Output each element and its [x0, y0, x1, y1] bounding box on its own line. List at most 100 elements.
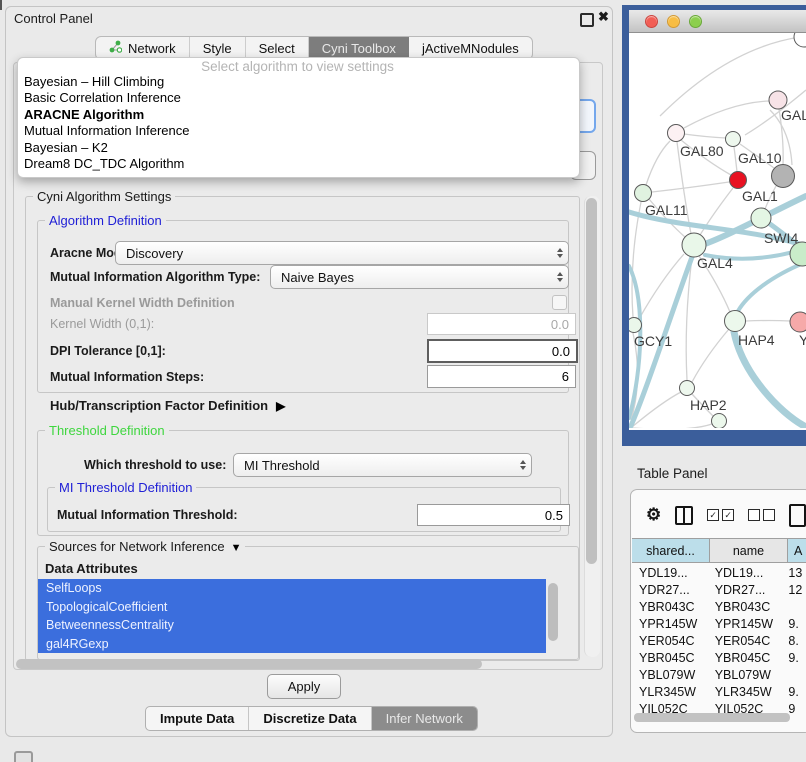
table-cell: 8. [783, 634, 806, 648]
attribute-list-item[interactable]: SelfLoops [38, 579, 546, 598]
network-node-label: GAL4 [697, 255, 733, 271]
table-cell: YBR043C [708, 600, 784, 614]
close-icon[interactable]: ✖ [598, 9, 609, 25]
minimize-traffic-icon[interactable] [667, 15, 680, 28]
threshold-definition-legend: Threshold Definition [45, 423, 169, 438]
table-row[interactable]: YBR045CYBR045C9. [632, 649, 806, 666]
table-panel-title: Table Panel [637, 466, 708, 481]
dpi-tolerance-field[interactable]: 0.0 [427, 339, 578, 363]
network-node[interactable] [726, 132, 741, 147]
zoom-traffic-icon[interactable] [689, 15, 702, 28]
tab-discretize-data-label: Discretize Data [263, 711, 356, 726]
algorithm-option[interactable]: ARACNE Algorithm [21, 107, 571, 123]
aracne-mode-combo[interactable]: Discovery [115, 241, 569, 265]
tab-impute-data-label: Impute Data [160, 711, 234, 726]
table-row[interactable]: YDR27...YDR27...12 [632, 581, 806, 598]
tab-select[interactable]: Select [246, 37, 309, 59]
manual-kernel-checkbox[interactable] [552, 295, 567, 310]
minimized-panel-icon[interactable] [14, 751, 33, 762]
network-edge [692, 329, 729, 382]
network-window-titlebar[interactable] [629, 10, 806, 33]
column-header-name[interactable]: name [710, 538, 788, 563]
table-cell: YBR045C [708, 651, 784, 665]
attributes-list-scrollbar[interactable] [548, 583, 558, 641]
network-node[interactable] [751, 208, 771, 228]
tab-infer-network[interactable]: Infer Network [372, 707, 477, 730]
settings-horizontal-scrollbar-thumb[interactable] [16, 659, 482, 669]
algorithm-option[interactable]: Dream8 DC_TDC Algorithm [21, 156, 571, 172]
mi-type-label: Mutual Information Algorithm Type: [50, 270, 260, 284]
kernel-width-field[interactable]: 0.0 [427, 313, 576, 335]
table-cell: YBL079W [708, 668, 784, 682]
algorithm-option[interactable]: Mutual Information Inference [21, 123, 571, 139]
float-window-icon[interactable] [580, 13, 594, 27]
network-icon [109, 40, 122, 56]
attribute-list-item[interactable]: BetweennessCentrality [38, 616, 546, 635]
mi-type-combo[interactable]: Naive Bayes [270, 265, 569, 289]
network-edge [646, 141, 670, 185]
network-node[interactable] [712, 414, 727, 429]
table-row[interactable]: YDL19...YDL19...13 [632, 564, 806, 581]
data-attributes-label: Data Attributes [45, 561, 138, 576]
settings-vertical-scrollbar-thumb[interactable] [586, 198, 597, 564]
network-edge [652, 182, 729, 192]
algorithm-dropdown-items: Bayesian – Hill ClimbingBasic Correlatio… [21, 74, 571, 172]
column-header-partial[interactable]: A [788, 538, 806, 563]
network-node[interactable] [680, 381, 695, 396]
select-all-checkboxes-icon[interactable]: ✓✓ [707, 509, 734, 521]
network-node-label: SWI4 [764, 230, 798, 246]
apply-button-label: Apply [288, 679, 321, 694]
algorithm-definition-legend: Algorithm Definition [45, 213, 166, 228]
network-node[interactable] [635, 185, 652, 202]
combo-spinner-icon [514, 454, 531, 476]
tab-cyni-toolbox[interactable]: Cyni Toolbox [309, 37, 409, 59]
tab-style[interactable]: Style [190, 37, 246, 59]
network-node[interactable] [772, 165, 795, 188]
network-node[interactable] [668, 125, 685, 142]
network-svg[interactable]: GALGAL80GAL10GAL1GAL11SWI4GAL4GCY1HAP4YH… [629, 33, 806, 428]
network-node[interactable] [730, 172, 747, 189]
attribute-list-item[interactable]: gal4RGexp [38, 635, 546, 654]
table-cell: YDR27... [632, 583, 708, 597]
tab-impute-data[interactable]: Impute Data [146, 707, 249, 730]
data-attributes-list[interactable]: SelfLoopsTopologicalCoefficientBetweenne… [38, 579, 565, 653]
deselect-all-checkboxes-icon[interactable] [748, 509, 775, 521]
tab-network[interactable]: Network [96, 37, 190, 59]
table-cell: YLR345W [708, 685, 784, 699]
which-threshold-combo[interactable]: MI Threshold [233, 453, 532, 477]
chevron-down-icon: ▼ [231, 542, 242, 554]
network-node[interactable] [725, 311, 746, 332]
tab-discretize-data[interactable]: Discretize Data [249, 707, 371, 730]
algorithm-option[interactable]: Bayesian – K2 [21, 140, 571, 156]
table-cell: YER054C [708, 634, 784, 648]
table-horizontal-scrollbar[interactable] [634, 713, 790, 722]
table-row[interactable]: YBR043CYBR043C [632, 598, 806, 615]
network-node[interactable] [790, 312, 806, 332]
table-row[interactable]: YBL079WYBL079W [632, 666, 806, 683]
tab-jactivemnodules[interactable]: jActiveMNodules [409, 37, 532, 59]
sources-legend[interactable]: Sources for Network Inference▼ [45, 539, 245, 554]
hub-factor-toggle[interactable]: Hub/Transcription Factor Definition▶ [50, 398, 285, 413]
table-row[interactable]: YER054CYER054C8. [632, 632, 806, 649]
network-node[interactable] [629, 318, 642, 333]
table-row[interactable]: YPR145WYPR145W9. [632, 615, 806, 632]
algorithm-option[interactable]: Bayesian – Hill Climbing [21, 74, 571, 90]
mi-threshold-field[interactable]: 0.5 [417, 504, 570, 526]
gear-icon[interactable]: ⚙ [646, 505, 661, 525]
algorithm-option[interactable]: Basic Correlation Inference [21, 90, 571, 106]
table-cell: YPR145W [708, 617, 784, 631]
apply-button[interactable]: Apply [267, 674, 341, 699]
table-row[interactable]: YLR345WYLR345W9. [632, 683, 806, 700]
mi-steps-field[interactable]: 6 [427, 365, 576, 388]
mi-type-value: Naive Bayes [271, 270, 551, 285]
column-header-shared-name[interactable]: shared... [632, 538, 710, 563]
table-cell: YBR043C [632, 600, 708, 614]
network-node[interactable] [794, 33, 806, 47]
new-column-icon[interactable] [789, 504, 806, 527]
network-node[interactable] [682, 233, 706, 257]
hub-factor-label: Hub/Transcription Factor Definition [50, 398, 268, 413]
close-traffic-icon[interactable] [645, 15, 658, 28]
table-body: YDL19...YDL19...13YDR27...YDR27...12YBR0… [632, 564, 806, 717]
columns-icon[interactable] [675, 506, 693, 525]
attribute-list-item[interactable]: TopologicalCoefficient [38, 598, 546, 617]
